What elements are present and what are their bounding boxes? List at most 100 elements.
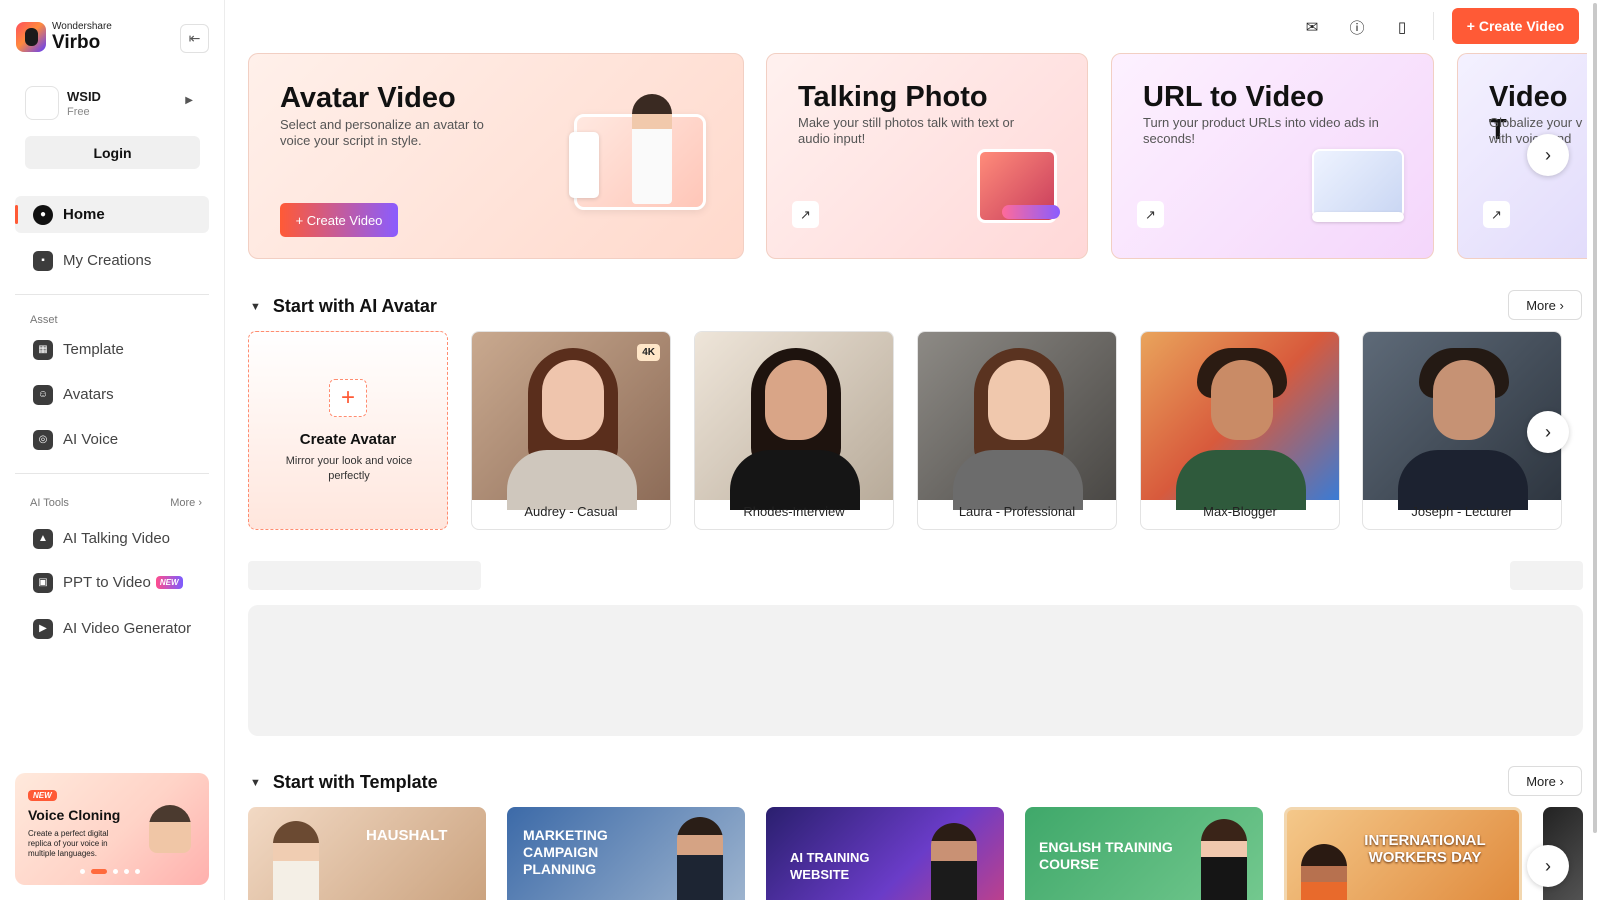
templates-next-button[interactable]: › xyxy=(1527,845,1569,887)
template-card-english-training[interactable]: ENGLISH TRAINING COURSE xyxy=(1025,807,1263,900)
voice-icon: ◎ xyxy=(33,429,53,450)
avatar-name: Joseph - Lecturer xyxy=(1411,504,1513,519)
open-arrow-icon[interactable]: ↗ xyxy=(1483,201,1510,228)
template-more-button[interactable]: More › xyxy=(1508,766,1582,796)
avatar-card-audrey[interactable]: 4K Audrey - Casual xyxy=(471,331,671,530)
avatar-image xyxy=(695,332,893,510)
feature-card-url-to-video[interactable]: URL to Video Turn your product URLs into… xyxy=(1111,53,1434,259)
more-label: More xyxy=(1526,297,1556,313)
collapse-left-icon: ⇤ xyxy=(188,30,201,46)
brand-name: Virbo xyxy=(52,32,101,53)
create-avatar-title: Create Avatar xyxy=(299,431,397,448)
app-root: Wondershare Virbo ⇤ WSID Free ▶ Login ● … xyxy=(0,0,1600,900)
carousel-dot-active[interactable] xyxy=(91,869,107,874)
sidebar-item-template[interactable]: ▦ Template xyxy=(15,331,209,368)
sidebar-item-label: AI Talking Video xyxy=(63,530,171,547)
user-plan: Free xyxy=(67,105,90,118)
open-arrow-icon[interactable]: ↗ xyxy=(792,201,819,228)
collapse-sidebar-button[interactable]: ⇤ xyxy=(180,24,209,53)
sidebar-item-ai-talking-video[interactable]: ▲ AI Talking Video xyxy=(15,520,209,557)
sidebar-item-avatars[interactable]: ☺ Avatars xyxy=(15,376,209,413)
template-presenter-image xyxy=(931,823,977,900)
template-title: HAUSHALT xyxy=(366,827,448,844)
divider xyxy=(1433,12,1434,40)
carousel-dot[interactable] xyxy=(80,869,85,874)
feature-card-talking-photo[interactable]: Talking Photo Make your still photos tal… xyxy=(766,53,1088,259)
chevron-right-icon: › xyxy=(1545,144,1551,165)
avatar-name: Laura - Professional xyxy=(958,504,1076,519)
feature-title: URL to Video xyxy=(1143,81,1324,113)
divider xyxy=(15,294,209,295)
avatar-more-button[interactable]: More › xyxy=(1508,290,1582,320)
chevron-right-icon: › xyxy=(198,497,202,509)
user-profile[interactable]: WSID Free ▶ xyxy=(25,85,205,121)
avatar-name: Max-Blogger xyxy=(1203,504,1277,519)
device-icon[interactable]: ▯ xyxy=(1392,17,1412,37)
avatar xyxy=(25,86,59,120)
feature-create-video-button[interactable]: + Create Video xyxy=(280,203,398,237)
carousel-dot[interactable] xyxy=(135,869,140,874)
4k-badge: 4K xyxy=(637,344,660,361)
brand-logo[interactable]: Wondershare Virbo xyxy=(16,22,112,52)
create-avatar-card[interactable]: + Create Avatar Mirror your look and voi… xyxy=(248,331,448,530)
asset-section-label: Asset xyxy=(30,314,58,326)
sidebar-item-label: AI Voice xyxy=(63,431,119,448)
feature-title: Talking Photo xyxy=(798,81,988,113)
template-icon: ▦ xyxy=(33,339,53,360)
template-presenter-image xyxy=(273,821,319,900)
sidebar-item-ai-voice[interactable]: ◎ AI Voice xyxy=(15,421,209,458)
voice-cloning-promo[interactable]: NEW Voice Cloning Create a perfect digit… xyxy=(15,773,209,885)
template-card-marketing[interactable]: MARKETING CAMPAIGN PLANNING xyxy=(507,807,745,900)
creations-icon: ▪ xyxy=(33,250,53,271)
url-bar-illustration xyxy=(1312,212,1404,222)
sidebar-item-home[interactable]: ● Home xyxy=(15,196,209,233)
divider xyxy=(15,473,209,474)
video-generator-icon: ▶ xyxy=(33,618,53,639)
carousel-dot[interactable] xyxy=(124,869,129,874)
template-title: ENGLISH TRAINING COURSE xyxy=(1039,839,1173,872)
avatar-image xyxy=(918,332,1116,510)
loading-placeholder xyxy=(248,561,481,590)
avatar-icon: ☺ xyxy=(33,384,53,405)
avatar-image xyxy=(1141,332,1339,510)
avatar-card-max[interactable]: Max-Blogger xyxy=(1140,331,1340,530)
sidebar-item-label: PPT to Video xyxy=(63,574,151,591)
avatar-card-rhodes[interactable]: Rhodes-Interview xyxy=(694,331,894,530)
presenter-illustration xyxy=(632,94,672,204)
template-card-haushalt[interactable]: HAUSHALT xyxy=(248,807,486,900)
sidebar-item-ai-video-generator[interactable]: ▶ AI Video Generator xyxy=(15,610,209,647)
section-title: Start with Template xyxy=(272,772,438,792)
feature-card-avatar-video[interactable]: Avatar Video Select and personalize an a… xyxy=(248,53,744,259)
template-section-toggle[interactable]: ▼ Start with Template xyxy=(250,772,438,793)
section-title: Start with AI Avatar xyxy=(272,296,437,316)
chevron-right-icon: › xyxy=(1545,421,1551,442)
carousel-dot[interactable] xyxy=(113,869,118,874)
help-icon[interactable]: ⓘ xyxy=(1347,17,1367,37)
open-arrow-icon[interactable]: ↗ xyxy=(1137,201,1164,228)
template-card-ai-training[interactable]: AI TRAINING WEBSITE xyxy=(766,807,1004,900)
ai-tools-more-link[interactable]: More › xyxy=(170,497,202,509)
mail-icon[interactable]: ✉ xyxy=(1302,17,1322,37)
page-scrollbar[interactable] xyxy=(1593,3,1597,833)
feature-description: Select and personalize an avatar to voic… xyxy=(280,117,484,148)
login-button[interactable]: Login xyxy=(25,136,200,169)
more-label: More xyxy=(170,497,196,509)
sidebar-item-label: Avatars xyxy=(63,386,114,403)
template-presenter-image xyxy=(1301,844,1347,900)
create-video-button[interactable]: + Create Video xyxy=(1452,8,1579,44)
avatar-name: Rhodes-Interview xyxy=(743,504,845,519)
user-name: WSID xyxy=(67,88,101,104)
loading-placeholder xyxy=(1510,561,1583,590)
template-card-workers-day[interactable]: INTERNATIONAL WORKERS DAY xyxy=(1284,807,1522,900)
avatars-next-button[interactable]: › xyxy=(1527,411,1569,453)
loading-placeholder xyxy=(248,605,1583,736)
chevron-right-icon: › xyxy=(1545,855,1551,876)
sidebar-item-ppt-to-video[interactable]: ▣ PPT to Video NEW xyxy=(15,564,209,601)
avatar-section-toggle[interactable]: ▼ Start with AI Avatar xyxy=(250,296,437,317)
sidebar-item-label: AI Video Generator xyxy=(63,620,192,637)
promo-title: Voice Cloning xyxy=(28,807,121,823)
sidebar-item-my-creations[interactable]: ▪ My Creations xyxy=(15,242,209,279)
features-next-button[interactable]: › xyxy=(1527,134,1569,176)
feature-title: Avatar Video xyxy=(280,82,456,114)
avatar-card-laura[interactable]: Laura - Professional xyxy=(917,331,1117,530)
